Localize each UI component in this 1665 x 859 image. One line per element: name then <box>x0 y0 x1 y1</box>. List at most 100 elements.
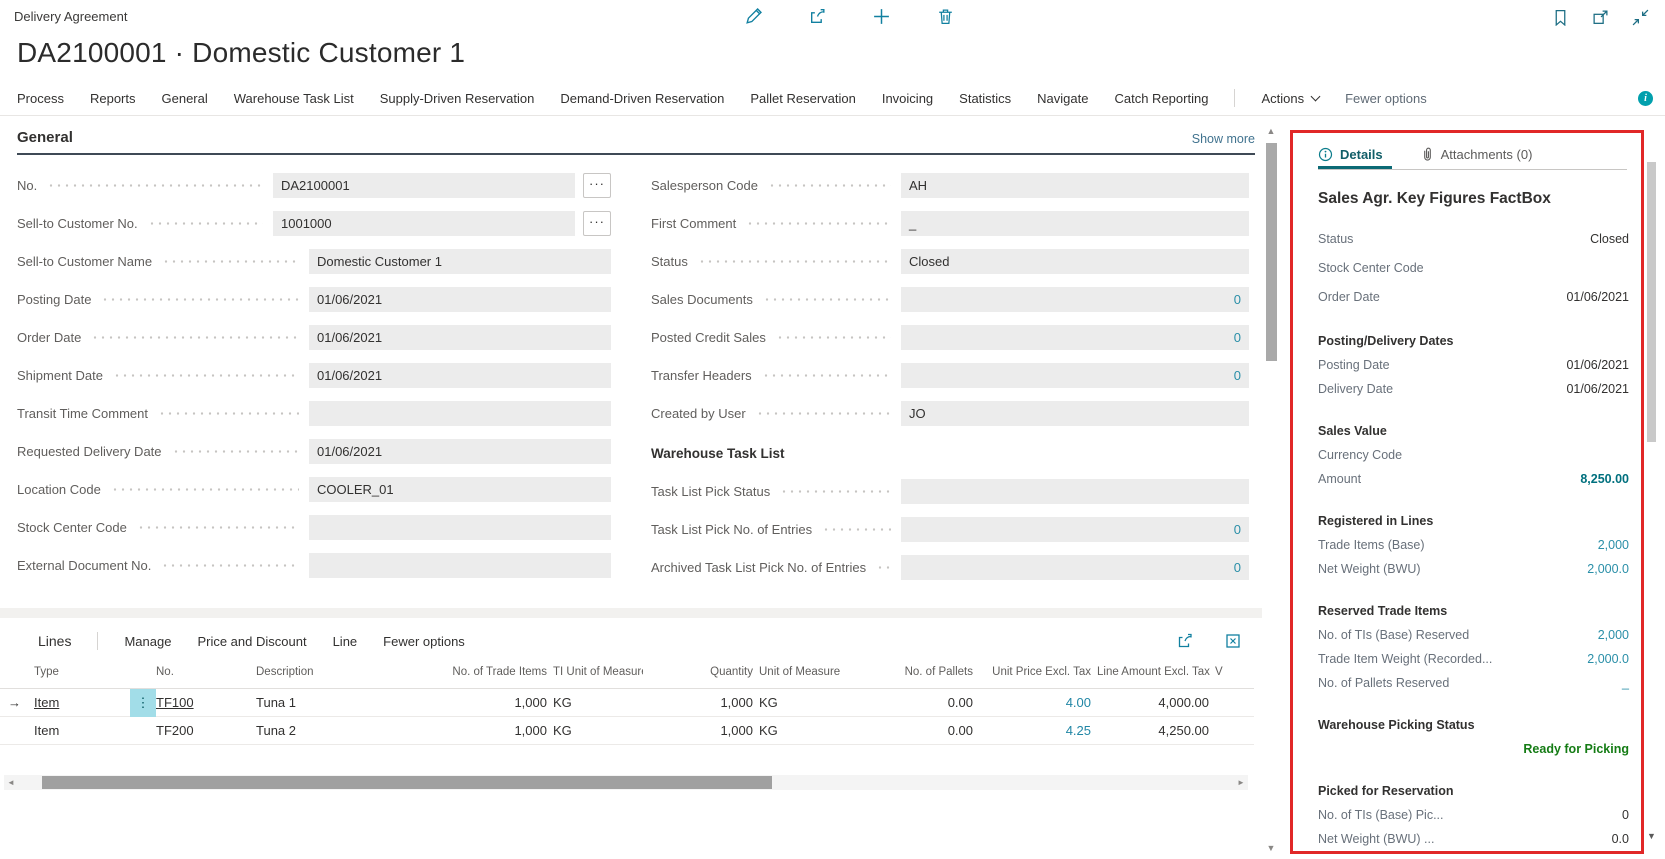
menu-catch-reporting[interactable]: Catch Reporting <box>1114 91 1208 106</box>
posted-credit-sales-field[interactable]: 0 <box>901 325 1249 350</box>
dotted-leader <box>172 450 299 453</box>
share-icon[interactable] <box>1174 630 1196 652</box>
menu-reports[interactable]: Reports <box>90 91 136 106</box>
open-in-new-window-icon[interactable] <box>1589 6 1611 28</box>
scroll-right-icon[interactable] <box>1234 778 1248 787</box>
collapse-icon[interactable] <box>1629 6 1651 28</box>
new-icon[interactable] <box>870 5 892 27</box>
created-by-user-field[interactable]: JO <box>901 401 1249 426</box>
col-line-amount-excl-tax[interactable]: Line Amount Excl. Tax <box>1097 666 1210 678</box>
cell-type[interactable]: Item <box>34 695 130 710</box>
cell-line-amount[interactable]: 4,250.00 <box>1097 723 1215 738</box>
order-date-field[interactable]: 01/06/2021 <box>309 325 611 350</box>
cell-unit-price[interactable]: 4.00 <box>979 695 1097 710</box>
posting-date-field[interactable]: 01/06/2021 <box>309 287 611 312</box>
cell-no-of-pallets[interactable]: 0.00 <box>877 695 979 710</box>
general-heading[interactable]: General <box>17 129 73 146</box>
cell-type[interactable]: Item <box>34 723 130 738</box>
scroll-down-icon[interactable] <box>1267 843 1276 853</box>
cell-no[interactable]: TF200 <box>156 723 256 738</box>
cell-no-of-trade-items[interactable]: 1,000 <box>441 723 553 738</box>
lines-menu-manage[interactable]: Manage <box>124 634 171 649</box>
location-code-field[interactable]: COOLER_01 <box>309 477 611 502</box>
shipment-date-field[interactable]: 01/06/2021 <box>309 363 611 388</box>
field-label: Location Code <box>17 482 101 497</box>
lines-menu-price-and-discount[interactable]: Price and Discount <box>197 634 306 649</box>
row-options-icon[interactable] <box>130 689 156 717</box>
menu-statistics[interactable]: Statistics <box>959 91 1011 106</box>
menu-supply-driven-reservation[interactable]: Supply-Driven Reservation <box>380 91 535 106</box>
task-list-pick-status-field[interactable] <box>901 479 1249 504</box>
cell-uom[interactable]: KG <box>759 695 877 710</box>
sell-to-customer-name-field[interactable]: Domestic Customer 1 <box>309 249 611 274</box>
fewer-options-button[interactable]: Fewer options <box>1345 91 1427 106</box>
col-ti-unit-of-measure-code[interactable]: TI Unit of Measure Code <box>553 665 643 680</box>
external-document-no-field[interactable] <box>309 553 611 578</box>
no-field[interactable]: DA2100001 <box>273 173 575 198</box>
cell-quantity[interactable]: 1,000 <box>671 695 759 710</box>
scroll-up-icon[interactable] <box>1267 126 1276 136</box>
col-no-of-trade-items[interactable]: No. of Trade Items <box>452 666 547 678</box>
first-comment-field[interactable]: _ <box>901 211 1249 236</box>
cell-unit-price[interactable]: 4.25 <box>979 723 1097 738</box>
tab-attachments[interactable]: Attachments (0) <box>1421 146 1533 162</box>
lookup-button[interactable] <box>583 211 611 236</box>
info-icon[interactable] <box>1638 91 1653 106</box>
menu-process[interactable]: Process <box>17 91 64 106</box>
stock-center-code-field[interactable] <box>309 515 611 540</box>
factbox-scrollbar-thumb[interactable] <box>1647 162 1656 442</box>
menu-general[interactable]: General <box>162 91 208 106</box>
row-options-icon[interactable] <box>130 717 156 745</box>
bookmark-icon[interactable] <box>1549 6 1571 28</box>
salesperson-code-field[interactable]: AH <box>901 173 1249 198</box>
col-description[interactable]: Description <box>256 665 441 680</box>
lines-menu-fewer-options[interactable]: Fewer options <box>383 634 465 649</box>
menu-actions[interactable]: Actions <box>1261 91 1319 106</box>
cell-line-amount[interactable]: 4,000.00 <box>1097 695 1215 710</box>
factbox-scroll-down-icon[interactable] <box>1647 831 1656 841</box>
task-list-pick-no-of-entries-field[interactable]: 0 <box>901 517 1249 542</box>
cell-no[interactable]: TF100 <box>156 695 256 710</box>
vertical-scrollbar-thumb[interactable] <box>1266 143 1277 361</box>
lines-menu-line[interactable]: Line <box>333 634 358 649</box>
menu-warehouse-task-list[interactable]: Warehouse Task List <box>234 91 354 106</box>
cell-uom[interactable]: KG <box>759 723 877 738</box>
lookup-button[interactable] <box>583 173 611 198</box>
requested-delivery-date-field[interactable]: 01/06/2021 <box>309 439 611 464</box>
col-v-truncated[interactable]: V <box>1215 665 1245 680</box>
cell-quantity[interactable]: 1,000 <box>671 723 759 738</box>
menu-demand-driven-reservation[interactable]: Demand-Driven Reservation <box>560 91 724 106</box>
cell-no-of-pallets[interactable]: 0.00 <box>877 723 979 738</box>
tab-details[interactable]: Details <box>1318 147 1383 162</box>
cell-no-of-trade-items[interactable]: 1,000 <box>441 695 553 710</box>
col-no[interactable]: No. <box>156 665 256 680</box>
cell-ti-uom[interactable]: KG <box>553 723 671 738</box>
lines-heading[interactable]: Lines <box>38 633 71 649</box>
menu-navigate[interactable]: Navigate <box>1037 91 1088 106</box>
open-in-excel-icon[interactable] <box>1222 630 1244 652</box>
col-no-of-pallets[interactable]: No. of Pallets <box>877 665 979 680</box>
share-icon[interactable] <box>806 5 828 27</box>
col-quantity[interactable]: Quantity <box>671 665 759 680</box>
archived-task-list-pick-no-of-entries-field[interactable]: 0 <box>901 555 1249 580</box>
dotted-leader <box>698 260 891 263</box>
transfer-headers-field[interactable]: 0 <box>901 363 1249 388</box>
cell-ti-uom[interactable]: KG <box>553 695 671 710</box>
scroll-left-icon[interactable] <box>4 778 18 787</box>
status-field[interactable]: Closed <box>901 249 1249 274</box>
dotted-leader <box>137 526 299 529</box>
col-type[interactable]: Type <box>34 665 130 680</box>
edit-icon[interactable] <box>742 5 764 27</box>
show-more-link[interactable]: Show more <box>1192 132 1255 146</box>
sell-to-customer-no-field[interactable]: 1001000 <box>273 211 575 236</box>
menu-invoicing[interactable]: Invoicing <box>882 91 933 106</box>
menu-pallet-reservation[interactable]: Pallet Reservation <box>750 91 856 106</box>
col-unit-of-measure-code[interactable]: Unit of Measure Code <box>759 665 844 680</box>
cell-description[interactable]: Tuna 2 <box>256 723 441 738</box>
horizontal-scrollbar-thumb[interactable] <box>42 776 772 789</box>
sales-documents-field[interactable]: 0 <box>901 287 1249 312</box>
col-unit-price-excl-tax[interactable]: Unit Price Excl. Tax <box>979 665 1097 680</box>
delete-icon[interactable] <box>934 5 956 27</box>
cell-description[interactable]: Tuna 1 <box>256 695 441 710</box>
transit-time-comment-field[interactable] <box>309 401 611 426</box>
